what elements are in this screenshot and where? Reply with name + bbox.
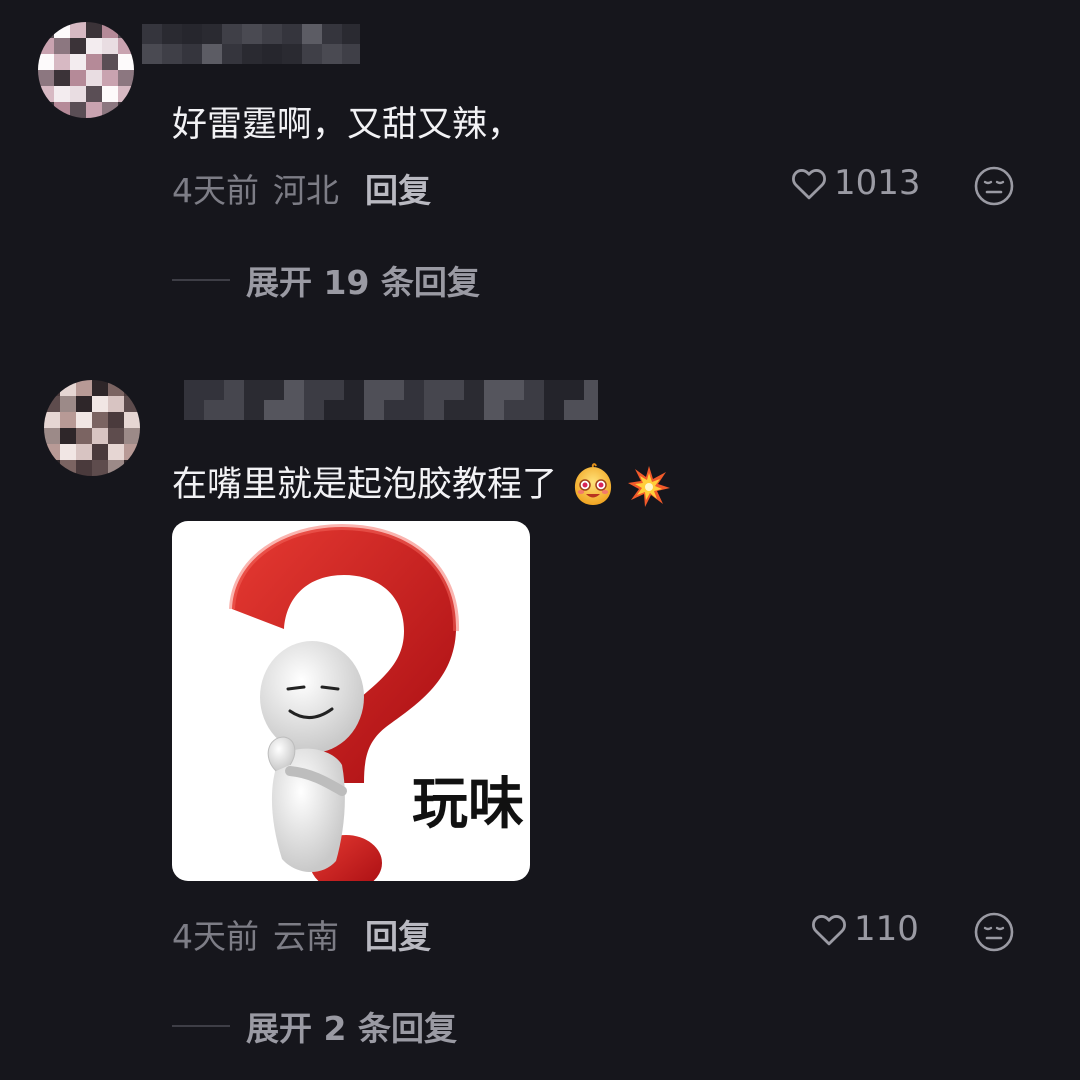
expand-divider	[172, 1025, 230, 1027]
mosaic-pixel	[92, 380, 108, 396]
mosaic-pixel	[464, 380, 484, 400]
like-count: 110	[854, 909, 919, 949]
mosaic-pixel	[424, 380, 444, 400]
sticker-caption: 玩味	[412, 772, 524, 837]
mosaic-pixel	[76, 444, 92, 460]
mosaic-pixel	[224, 380, 244, 400]
mosaic-pixel	[504, 400, 524, 420]
mosaic-pixel	[60, 444, 76, 460]
username-blurred[interactable]	[184, 380, 598, 420]
mosaic-pixel	[44, 460, 60, 476]
like-button[interactable]: 110	[808, 908, 919, 950]
mosaic-pixel	[44, 380, 60, 396]
mosaic-pixel	[76, 412, 92, 428]
drooling-face-emoji	[575, 463, 612, 505]
mosaic-pixel	[76, 460, 92, 476]
mosaic-pixel	[60, 460, 76, 476]
mosaic-pixel	[108, 412, 124, 428]
mosaic-pixel	[60, 396, 76, 412]
expand-replies-button[interactable]: 展开 2 条回复	[172, 1002, 457, 1050]
mosaic-pixel	[524, 400, 544, 420]
mosaic-pixel	[44, 412, 60, 428]
collision-emoji	[628, 466, 671, 507]
mosaic-pixel	[204, 380, 224, 400]
avatar[interactable]	[44, 380, 140, 476]
mosaic-pixel	[108, 396, 124, 412]
sticker-image[interactable]: 玩味	[172, 521, 530, 881]
mosaic-pixel	[364, 380, 384, 400]
comment-meta: 4天前 云南 回复	[172, 910, 431, 958]
mosaic-pixel	[60, 428, 76, 444]
mosaic-pixel	[124, 460, 140, 476]
mosaic-pixel	[564, 400, 584, 420]
mosaic-pixel	[44, 428, 60, 444]
heart-outline-icon	[812, 915, 846, 946]
mosaic-pixel	[304, 400, 324, 420]
mosaic-pixel	[584, 400, 598, 420]
mosaic-pixel	[404, 380, 424, 400]
mosaic-pixel	[92, 428, 108, 444]
mosaic-pixel	[484, 400, 504, 420]
mosaic-pixel	[108, 460, 124, 476]
comment-text: 在嘴里就是起泡胶教程了	[172, 456, 671, 509]
mosaic-pixel	[384, 400, 404, 420]
mosaic-pixel	[564, 380, 584, 400]
mosaic-pixel	[324, 400, 344, 420]
comment-time: 4天前	[172, 917, 259, 956]
mosaic-pixel	[344, 380, 364, 400]
mosaic-pixel	[92, 460, 108, 476]
mosaic-pixel	[544, 400, 564, 420]
comment-item: 在嘴里就是起泡胶教程了 玩味 4天前 云南 回复 110 展开 2 条回复	[0, 0, 1080, 1080]
mosaic-pixel	[60, 380, 76, 396]
mosaic-pixel	[304, 380, 324, 400]
mosaic-pixel	[76, 396, 92, 412]
mosaic-pixel	[92, 444, 108, 460]
mosaic-pixel	[324, 380, 344, 400]
mosaic-pixel	[124, 396, 140, 412]
mosaic-pixel	[44, 444, 60, 460]
mosaic-pixel	[344, 400, 364, 420]
mosaic-pixel	[444, 380, 464, 400]
comment-text-body: 在嘴里就是起泡胶教程了	[172, 465, 558, 505]
mosaic-pixel	[264, 380, 284, 400]
mosaic-pixel	[544, 380, 564, 400]
emoji-face-icon[interactable]	[974, 912, 1014, 952]
reply-button[interactable]: 回复	[365, 917, 431, 956]
comment-location: 云南	[273, 917, 339, 956]
mosaic-pixel	[264, 400, 284, 420]
mosaic-pixel	[92, 396, 108, 412]
mosaic-pixel	[124, 412, 140, 428]
mosaic-pixel	[244, 400, 264, 420]
mosaic-pixel	[584, 380, 598, 400]
mosaic-pixel	[44, 396, 60, 412]
mosaic-pixel	[224, 400, 244, 420]
mosaic-pixel	[60, 412, 76, 428]
mosaic-pixel	[124, 380, 140, 396]
mosaic-pixel	[284, 400, 304, 420]
mosaic-pixel	[504, 380, 524, 400]
mosaic-pixel	[204, 400, 224, 420]
mosaic-pixel	[424, 400, 444, 420]
mosaic-pixel	[244, 380, 264, 400]
mosaic-pixel	[464, 400, 484, 420]
mosaic-pixel	[524, 380, 544, 400]
mosaic-pixel	[184, 400, 204, 420]
mosaic-pixel	[124, 428, 140, 444]
mosaic-pixel	[124, 444, 140, 460]
mosaic-pixel	[76, 380, 92, 396]
mosaic-pixel	[108, 380, 124, 396]
mosaic-pixel	[76, 428, 92, 444]
mosaic-pixel	[92, 412, 108, 428]
mosaic-pixel	[184, 380, 204, 400]
expand-replies-label: 展开 2 条回复	[246, 1009, 457, 1048]
mosaic-pixel	[284, 380, 304, 400]
mosaic-pixel	[108, 428, 124, 444]
mosaic-pixel	[404, 400, 424, 420]
mosaic-pixel	[444, 400, 464, 420]
mosaic-pixel	[484, 380, 504, 400]
mosaic-pixel	[384, 380, 404, 400]
mosaic-pixel	[364, 400, 384, 420]
mosaic-pixel	[108, 444, 124, 460]
